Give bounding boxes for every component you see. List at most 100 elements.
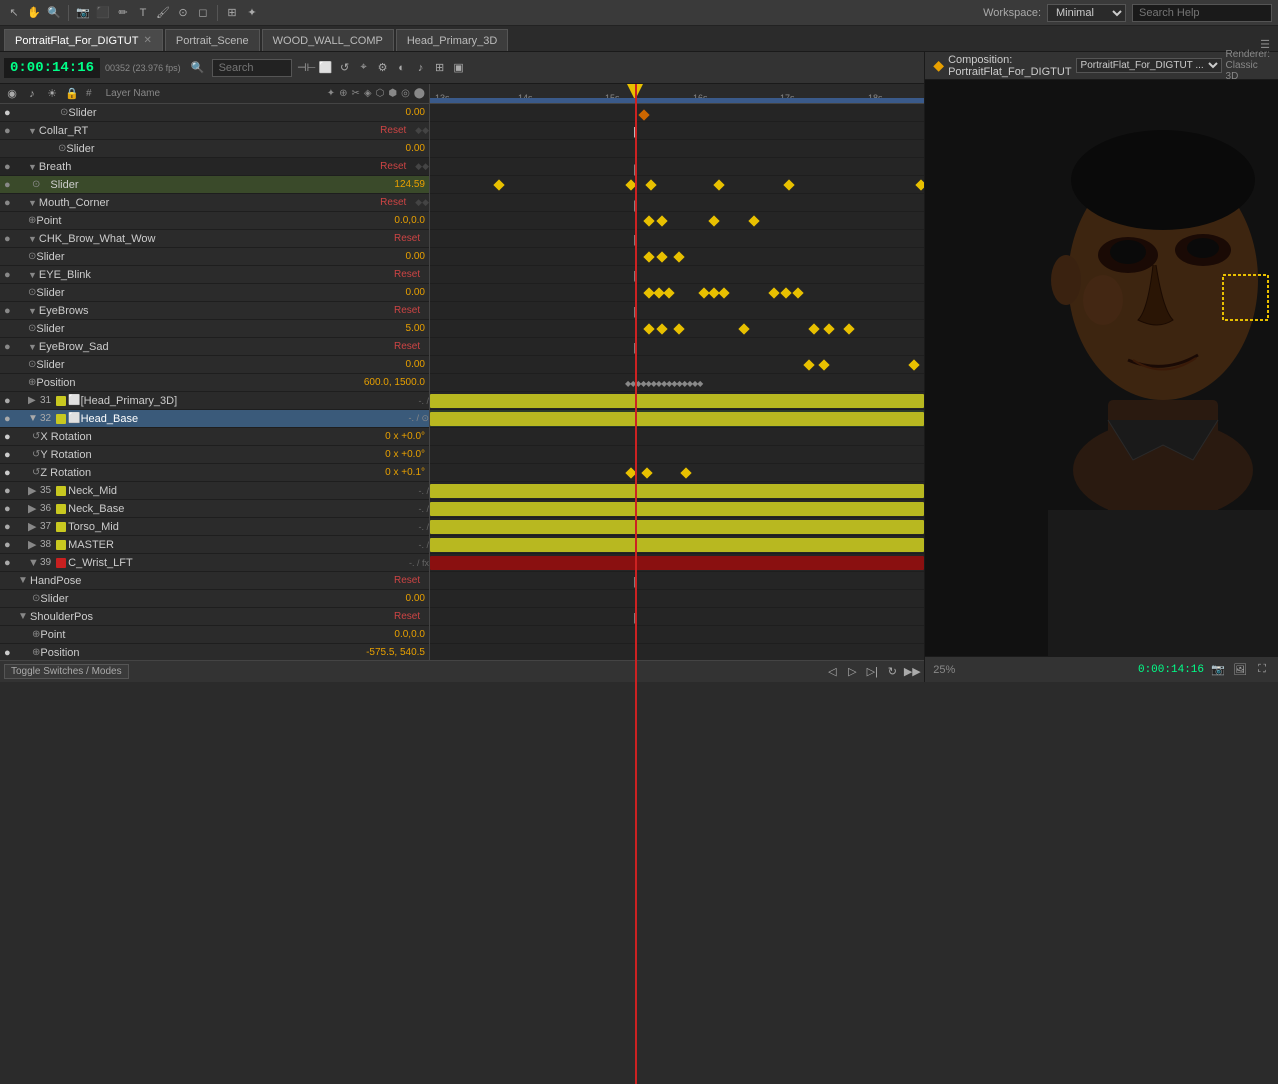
- reset-button[interactable]: Reset: [380, 161, 415, 172]
- eraser-tool-icon[interactable]: ◻: [195, 5, 211, 21]
- col-icon-2[interactable]: ⊕: [339, 88, 347, 99]
- eye-toggle[interactable]: ●: [4, 233, 18, 245]
- eye-toggle[interactable]: ●: [4, 503, 18, 515]
- show-snapshot-icon[interactable]: 🖼: [1232, 662, 1248, 678]
- lock-col-icon[interactable]: 🔒: [64, 86, 80, 102]
- col-icon-3[interactable]: ✂: [352, 88, 360, 99]
- tab-portrait-scene[interactable]: Portrait_Scene: [165, 29, 260, 51]
- expand-icon[interactable]: ▼: [28, 557, 40, 569]
- loop-btn[interactable]: ↻: [884, 664, 900, 680]
- keyframe-nav[interactable]: ◆◆: [415, 197, 429, 208]
- stamp-tool-icon[interactable]: ⊙: [175, 5, 191, 21]
- prev-frame-btn[interactable]: ◁: [824, 664, 840, 680]
- eye-toggle[interactable]: ●: [4, 413, 18, 425]
- search-help-input[interactable]: [1132, 4, 1272, 22]
- expand-icon[interactable]: ▶: [28, 484, 40, 497]
- hand-tool-icon[interactable]: ✋: [26, 5, 42, 21]
- audio-col-icon[interactable]: ♪: [24, 86, 40, 102]
- grid-icon[interactable]: ⊞: [432, 60, 448, 76]
- eye-toggle[interactable]: ●: [4, 485, 18, 497]
- expand-icon[interactable]: ▼: [18, 611, 30, 622]
- motion-blur-icon[interactable]: ◐: [394, 60, 410, 76]
- tab-portrait-flat-close[interactable]: ✕: [143, 35, 151, 46]
- text-tool-icon[interactable]: T: [135, 5, 151, 21]
- settings-icon[interactable]: ⚙: [375, 60, 391, 76]
- eye-toggle[interactable]: ●: [4, 197, 18, 209]
- col-icon-8[interactable]: ⬤: [414, 88, 425, 99]
- toggle-switches-modes-button[interactable]: Toggle Switches / Modes: [4, 664, 129, 679]
- reset-button[interactable]: Reset: [394, 611, 429, 622]
- audio-icon[interactable]: ♪: [413, 60, 429, 76]
- eye-toggle[interactable]: ●: [4, 521, 18, 533]
- snapshot-icon[interactable]: 📷: [1210, 662, 1226, 678]
- export-icon[interactable]: ▣: [451, 60, 467, 76]
- reset-button[interactable]: Reset: [394, 233, 429, 244]
- expand-icon[interactable]: ▶: [28, 395, 40, 406]
- solo-col-icon[interactable]: ☀: [44, 86, 60, 102]
- nav-right-btn[interactable]: ▶▶: [904, 664, 920, 680]
- reset-button[interactable]: Reset: [380, 125, 415, 136]
- reset-button[interactable]: Reset: [380, 197, 415, 208]
- eye-vis[interactable]: ●: [4, 467, 18, 479]
- camera-tool-icon[interactable]: 📷: [75, 5, 91, 21]
- expand-icon[interactable]: ▶: [28, 520, 40, 533]
- timecode-display[interactable]: 0:00:14:16: [4, 58, 100, 78]
- col-icon-1[interactable]: ✦: [327, 88, 335, 99]
- col-icon-6[interactable]: ⬢: [388, 88, 397, 99]
- eye-toggle[interactable]: ●: [4, 161, 18, 173]
- next-frame-btn[interactable]: ▷|: [864, 664, 880, 680]
- eye-vis[interactable]: ●: [4, 647, 18, 659]
- workspace-select[interactable]: Minimal Standard All Panels: [1047, 4, 1126, 22]
- expand-icon[interactable]: ▼: [28, 306, 37, 316]
- expand-icon[interactable]: ▼: [28, 413, 40, 424]
- expand-icon[interactable]: ▼: [18, 575, 30, 586]
- reset-button[interactable]: Reset: [394, 341, 429, 352]
- ruler[interactable]: 13s 14s 15s 16s 17s 18s: [430, 84, 924, 104]
- reset-button[interactable]: Reset: [394, 575, 429, 586]
- col-icon-4[interactable]: ◈: [364, 88, 372, 99]
- eye-toggle[interactable]: ●: [4, 557, 18, 569]
- expand-icon[interactable]: ▼: [28, 270, 37, 280]
- expand-icon[interactable]: ▶: [28, 538, 40, 551]
- work-area-bar[interactable]: [430, 98, 924, 103]
- tab-portrait-flat[interactable]: PortraitFlat_For_DIGTUT ✕: [4, 29, 163, 51]
- reset-button[interactable]: Reset: [394, 305, 429, 316]
- expand-icon[interactable]: ▼: [28, 162, 37, 172]
- eye-toggle[interactable]: ●: [4, 179, 18, 191]
- expand-icon[interactable]: ▼: [28, 198, 37, 208]
- eye-vis[interactable]: ●: [4, 431, 18, 443]
- brush-tool-icon[interactable]: 🖌: [155, 5, 171, 21]
- eye-col-icon[interactable]: ◉: [4, 86, 20, 102]
- expand-icon[interactable]: ▼: [28, 342, 37, 352]
- comp-select[interactable]: PortraitFlat_For_DIGTUT ...: [1076, 58, 1222, 73]
- eye-toggle[interactable]: ●: [4, 395, 18, 407]
- zoom-tool-icon[interactable]: 🔍: [46, 5, 62, 21]
- layer-search-input[interactable]: [212, 59, 292, 77]
- full-screen-icon[interactable]: ⛶: [1254, 662, 1270, 678]
- rotate-icon[interactable]: ↺: [337, 60, 353, 76]
- reset-button[interactable]: Reset: [394, 269, 429, 280]
- col-icon-5[interactable]: ⬡: [376, 88, 385, 99]
- eye-toggle[interactable]: ●: [4, 125, 18, 137]
- keyframe-nav[interactable]: ◆◆: [415, 125, 429, 136]
- preview-viewport[interactable]: Active Camera Fast Draft: [925, 80, 1278, 656]
- eye-toggle[interactable]: ●: [4, 305, 18, 317]
- frame-icon[interactable]: ⬜: [318, 60, 334, 76]
- camera-motion-icon[interactable]: ⌖: [356, 60, 372, 76]
- keyframe-nav[interactable]: ◆◆: [415, 161, 429, 172]
- select-tool-icon[interactable]: ↖: [6, 5, 22, 21]
- eye-toggle[interactable]: ●: [4, 107, 18, 119]
- expand-icon[interactable]: ▼: [28, 234, 37, 244]
- puppet-tool-icon[interactable]: ✦: [244, 5, 260, 21]
- zoom-display[interactable]: 25%: [933, 664, 955, 676]
- tab-wood-wall[interactable]: WOOD_WALL_COMP: [262, 29, 394, 51]
- magnifier-icon[interactable]: 🔍: [190, 60, 206, 76]
- eye-vis[interactable]: ●: [4, 449, 18, 461]
- tab-head-primary[interactable]: Head_Primary_3D: [396, 29, 508, 51]
- eye-toggle[interactable]: ●: [4, 341, 18, 353]
- col-icon-7[interactable]: ◎: [401, 88, 410, 99]
- eye-toggle[interactable]: ●: [4, 539, 18, 551]
- expand-icon[interactable]: ▶: [28, 502, 40, 515]
- align-tool-icon[interactable]: ⊞: [224, 5, 240, 21]
- play-btn[interactable]: ▷: [844, 664, 860, 680]
